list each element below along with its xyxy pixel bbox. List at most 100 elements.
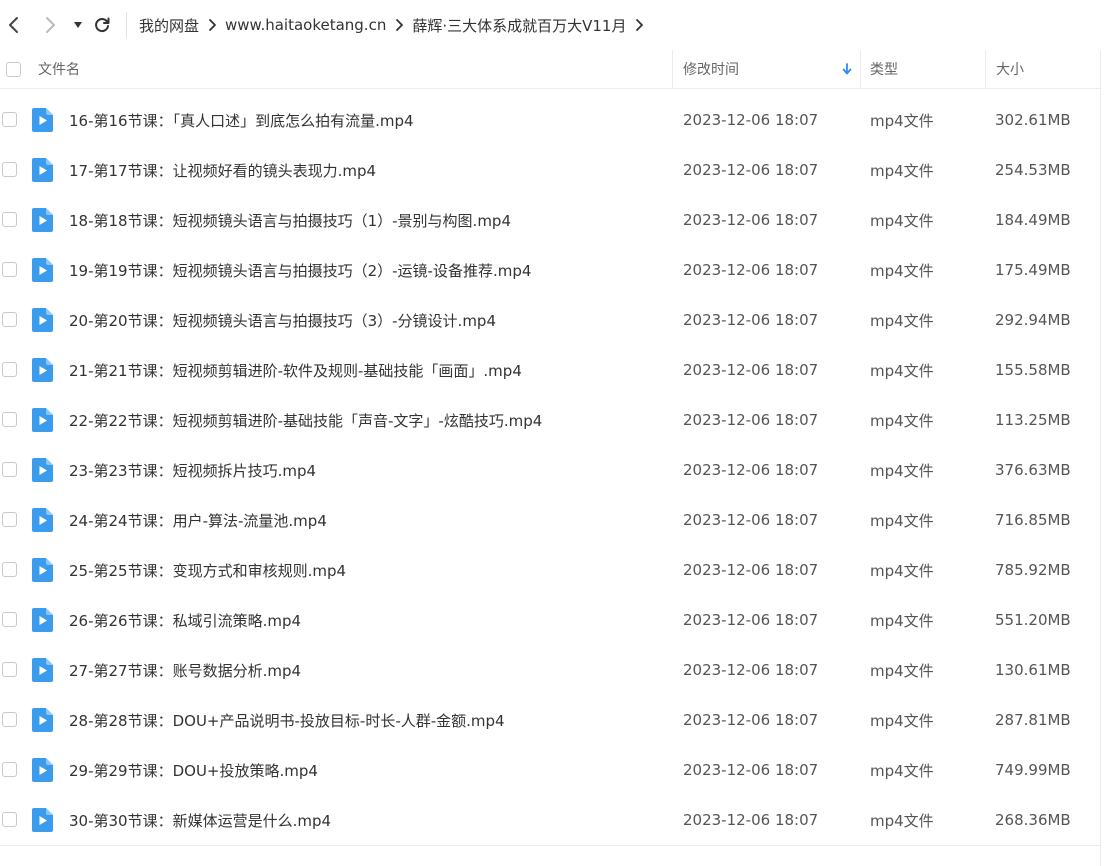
file-modified-time: 2023-12-06 18:07 (683, 511, 819, 529)
file-size: 292.94MB (995, 311, 1071, 329)
scrollbar-track[interactable] (1100, 50, 1101, 866)
file-modified-time: 2023-12-06 18:07 (683, 411, 819, 429)
row-checkbox[interactable] (2, 612, 17, 627)
file-size: 175.49MB (995, 261, 1071, 279)
row-checkbox[interactable] (2, 112, 17, 127)
sort-descending-icon[interactable] (842, 50, 852, 88)
file-name[interactable]: 17-第17节课：让视频好看的镜头表现力.mp4 (69, 145, 376, 195)
file-row[interactable]: 20-第20节课：短视频镜头语言与拍摄技巧（3）-分镜设计.mp4 2023-1… (0, 295, 1100, 345)
select-all-checkbox-cell (6, 50, 21, 88)
file-row[interactable]: 18-第18节课：短视频镜头语言与拍摄技巧（1）-景别与构图.mp4 2023-… (0, 195, 1100, 245)
file-row[interactable]: 21-第21节课：短视频剪辑进阶-软件及规则-基础技能「画面」.mp4 2023… (0, 345, 1100, 395)
file-name[interactable]: 18-第18节课：短视频镜头语言与拍摄技巧（1）-景别与构图.mp4 (69, 195, 511, 245)
forward-button[interactable] (36, 11, 64, 39)
video-file-icon (32, 358, 53, 382)
row-checkbox[interactable] (2, 812, 17, 827)
file-row[interactable]: 22-第22节课：短视频剪辑进阶-基础技能「声音-文字」-炫酷技巧.mp4 20… (0, 395, 1100, 445)
row-checkbox[interactable] (2, 312, 17, 327)
file-row[interactable]: 30-第30节课：新媒体运营是什么.mp4 2023-12-06 18:07 m… (0, 795, 1100, 845)
video-file-icon (32, 508, 53, 532)
row-checkbox[interactable] (2, 412, 17, 427)
row-checkbox[interactable] (2, 462, 17, 477)
back-button[interactable] (0, 11, 28, 39)
column-divider[interactable] (672, 50, 673, 88)
breadcrumb-item-root[interactable]: 我的网盘 (133, 15, 205, 36)
file-type: mp4文件 (870, 761, 934, 780)
row-checkbox[interactable] (2, 712, 17, 727)
file-name[interactable]: 22-第22节课：短视频剪辑进阶-基础技能「声音-文字」-炫酷技巧.mp4 (69, 395, 542, 445)
file-type: mp4文件 (870, 461, 934, 480)
chevron-right-icon (46, 17, 55, 33)
column-header-modified[interactable]: 修改时间 (683, 50, 739, 88)
file-name[interactable]: 27-第27节课：账号数据分析.mp4 (69, 645, 301, 695)
file-row[interactable]: 17-第17节课：让视频好看的镜头表现力.mp4 2023-12-06 18:0… (0, 145, 1100, 195)
caret-down-icon (74, 22, 82, 28)
row-checkbox[interactable] (2, 762, 17, 777)
navigation-bar: 我的网盘 www.haitaoketang.cn 薛辉·三大体系成就百万大V11… (0, 0, 1112, 50)
row-checkbox[interactable] (2, 262, 17, 277)
file-size: 155.58MB (995, 361, 1071, 379)
file-size: 184.49MB (995, 211, 1071, 229)
file-type: mp4文件 (870, 161, 934, 180)
file-row[interactable]: 16-第16节课：「真人口述」到底怎么拍有流量.mp4 2023-12-06 1… (0, 95, 1100, 145)
video-file-icon (32, 158, 53, 182)
file-type: mp4文件 (870, 561, 934, 580)
file-row[interactable]: 24-第24节课：用户-算法-流量池.mp4 2023-12-06 18:07 … (0, 495, 1100, 545)
history-dropdown-button[interactable] (68, 11, 88, 39)
file-name[interactable]: 25-第25节课：变现方式和审核规则.mp4 (69, 545, 346, 595)
row-checkbox[interactable] (2, 212, 17, 227)
file-size: 716.85MB (995, 511, 1071, 529)
file-size: 785.92MB (995, 561, 1071, 579)
column-header-type[interactable]: 类型 (870, 50, 898, 88)
file-name[interactable]: 19-第19节课：短视频镜头语言与拍摄技巧（2）-运镜-设备推荐.mp4 (69, 245, 531, 295)
chevron-right-icon[interactable] (632, 18, 646, 32)
file-size: 302.61MB (995, 111, 1071, 129)
file-type: mp4文件 (870, 361, 934, 380)
nav-divider (126, 12, 127, 38)
file-row[interactable]: 23-第23节课：短视频拆片技巧.mp4 2023-12-06 18:07 mp… (0, 445, 1100, 495)
file-row[interactable]: 26-第26节课：私域引流策略.mp4 2023-12-06 18:07 mp4… (0, 595, 1100, 645)
refresh-icon (95, 17, 110, 33)
column-header-name[interactable]: 文件名 (38, 50, 80, 88)
file-name[interactable]: 26-第26节课：私域引流策略.mp4 (69, 595, 301, 645)
video-file-icon (32, 108, 53, 132)
column-divider[interactable] (860, 50, 861, 88)
video-file-icon (32, 408, 53, 432)
file-row[interactable]: 28-第28节课：DOU+产品说明书-投放目标-时长-人群-金额.mp4 202… (0, 695, 1100, 745)
row-checkbox[interactable] (2, 562, 17, 577)
column-divider[interactable] (985, 50, 986, 88)
file-row[interactable]: 19-第19节课：短视频镜头语言与拍摄技巧（2）-运镜-设备推荐.mp4 202… (0, 245, 1100, 295)
file-name[interactable]: 23-第23节课：短视频拆片技巧.mp4 (69, 445, 316, 495)
row-checkbox[interactable] (2, 512, 17, 527)
file-row[interactable]: 27-第27节课：账号数据分析.mp4 2023-12-06 18:07 mp4… (0, 645, 1100, 695)
file-modified-time: 2023-12-06 18:07 (683, 561, 819, 579)
select-all-checkbox[interactable] (6, 61, 21, 77)
column-header-size[interactable]: 大小 (996, 50, 1024, 88)
file-type: mp4文件 (870, 661, 934, 680)
file-name[interactable]: 28-第28节课：DOU+产品说明书-投放目标-时长-人群-金额.mp4 (69, 695, 505, 745)
file-modified-time: 2023-12-06 18:07 (683, 311, 819, 329)
file-row[interactable]: 25-第25节课：变现方式和审核规则.mp4 2023-12-06 18:07 … (0, 545, 1100, 595)
file-type: mp4文件 (870, 211, 934, 230)
row-checkbox[interactable] (2, 662, 17, 677)
file-name[interactable]: 21-第21节课：短视频剪辑进阶-软件及规则-基础技能「画面」.mp4 (69, 345, 522, 395)
breadcrumb: 我的网盘 www.haitaoketang.cn 薛辉·三大体系成就百万大V11… (133, 15, 646, 36)
file-row[interactable]: 29-第29节课：DOU+投放策略.mp4 2023-12-06 18:07 m… (0, 745, 1100, 795)
row-checkbox[interactable] (2, 362, 17, 377)
file-name[interactable]: 29-第29节课：DOU+投放策略.mp4 (69, 745, 318, 795)
chevron-right-icon (392, 18, 406, 32)
refresh-button[interactable] (88, 11, 116, 39)
video-file-icon (32, 308, 53, 332)
file-name[interactable]: 20-第20节课：短视频镜头语言与拍摄技巧（3）-分镜设计.mp4 (69, 295, 496, 345)
breadcrumb-item-current[interactable]: 薛辉·三大体系成就百万大V11月 (406, 15, 632, 36)
file-type: mp4文件 (870, 711, 934, 730)
video-file-icon (32, 658, 53, 682)
row-checkbox[interactable] (2, 162, 17, 177)
file-name[interactable]: 24-第24节课：用户-算法-流量池.mp4 (69, 495, 327, 545)
file-name[interactable]: 16-第16节课：「真人口述」到底怎么拍有流量.mp4 (69, 95, 414, 145)
video-file-icon (32, 708, 53, 732)
file-type: mp4文件 (870, 261, 934, 280)
file-name[interactable]: 30-第30节课：新媒体运营是什么.mp4 (69, 795, 331, 845)
video-file-icon (32, 208, 53, 232)
breadcrumb-item-folder[interactable]: www.haitaoketang.cn (219, 16, 392, 34)
